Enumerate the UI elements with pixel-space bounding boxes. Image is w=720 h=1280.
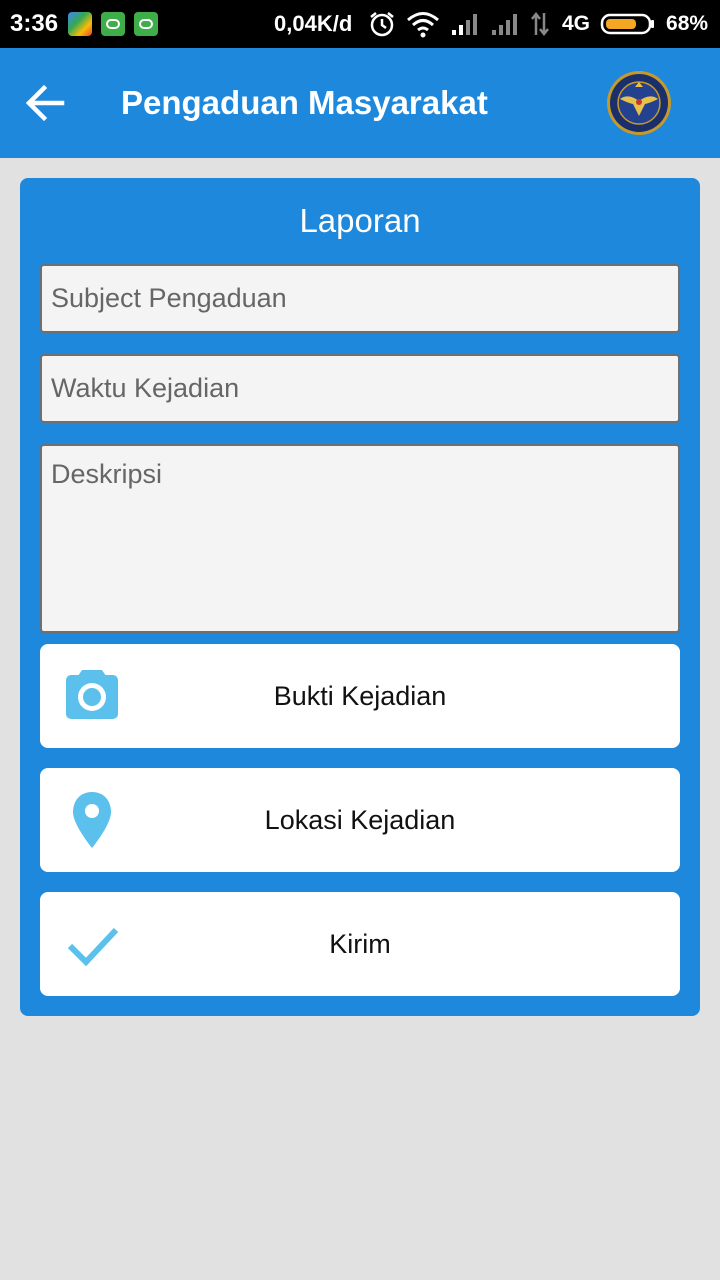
emblem-logo-icon [607,71,671,135]
battery-icon [600,13,655,35]
google-play-icon [68,12,92,36]
status-icons: 4G 68% [368,10,708,38]
submit-button[interactable]: Kirim [40,892,680,996]
cat-app-icon [134,12,158,36]
alarm-icon [370,12,394,37]
battery-percent: 68% [666,12,709,35]
subject-input[interactable] [40,264,680,333]
network-speed: 0,04K/d [274,11,353,36]
status-time: 3:36 [10,10,59,37]
cat-app-icon [101,12,125,36]
location-button-label: Lokasi Kejadian [264,805,456,835]
status-app-icons [68,12,158,36]
form-title: Laporan [299,202,421,239]
wifi-icon [407,12,439,38]
app-bar: Pengaduan Masyarakat [0,48,720,158]
page-title: Pengaduan Masyarakat [121,84,488,121]
submit-button-label: Kirim [329,929,391,959]
description-textarea[interactable] [40,444,680,633]
report-card: Laporan Bukti Kejadian Lokasi Kejadian K… [20,178,700,1016]
evidence-button-label: Bukti Kejadian [273,681,447,711]
arrow-left-icon[interactable] [22,80,68,126]
signal-icon [492,14,517,35]
evidence-button[interactable]: Bukti Kejadian [40,644,680,748]
incident-time-input[interactable] [40,354,680,423]
network-type: 4G [562,12,591,35]
status-bar: 3:36 0,04K/d 4G 68% [0,0,720,48]
data-arrows-icon [531,11,549,37]
signal-icon [452,14,477,35]
location-button[interactable]: Lokasi Kejadian [40,768,680,872]
